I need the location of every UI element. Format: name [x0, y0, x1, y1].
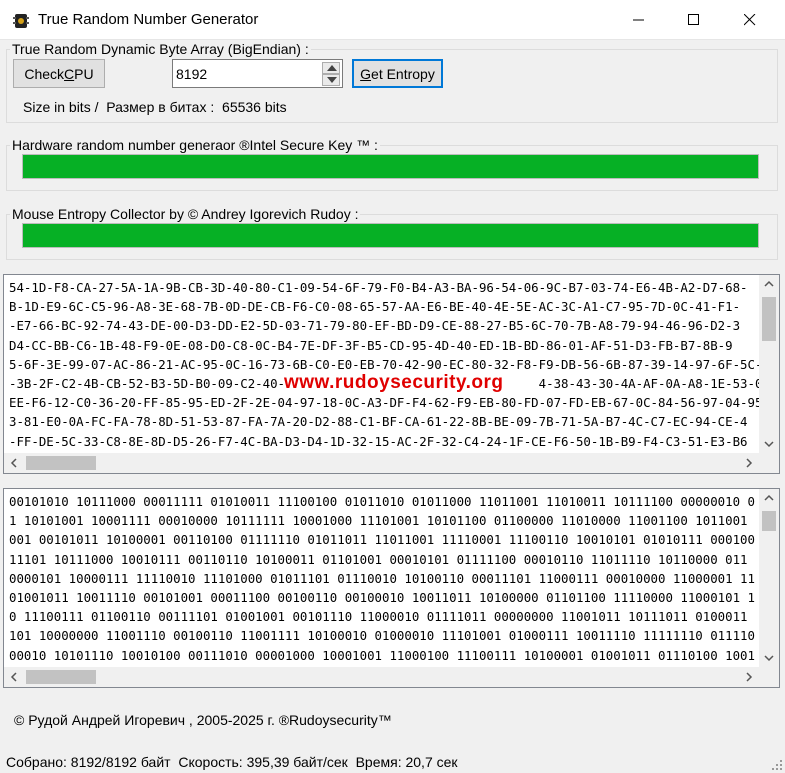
close-button[interactable]: [727, 0, 773, 40]
get-entropy-button[interactable]: Get Entropy: [352, 59, 443, 88]
binary-output-line: 0000101 10000111 11110010 11101000 01011…: [9, 570, 755, 586]
hex-vscroll-thumb[interactable]: [762, 297, 776, 341]
status-bar: Собрано: 8192/8192 байт Скорость: 395,39…: [0, 751, 785, 773]
maximize-button[interactable]: [671, 0, 717, 40]
hardware-group-label: Hardware random number generaor ®Intel S…: [10, 137, 380, 153]
scroll-up-icon: [764, 494, 774, 501]
arrow-down-icon: [327, 77, 337, 83]
byte-count-input[interactable]: [174, 61, 320, 86]
copyright-text: © Рудой Андрей Игоревич , 2005-2025 г. ®…: [14, 712, 392, 728]
mouse-progress-fill: [23, 224, 758, 247]
byte-array-group-label: True Random Dynamic Byte Array (BigEndia…: [10, 41, 311, 57]
binary-output-textbox[interactable]: 00101010 10111000 00011111 01010011 1110…: [3, 488, 780, 688]
window-title: True Random Number Generator: [38, 11, 259, 28]
check-cpu-button[interactable]: Check C PU: [13, 59, 105, 88]
scroll-down-icon: [764, 441, 774, 448]
status-text: Собрано: 8192/8192 байт Скорость: 395,39…: [6, 754, 458, 770]
minimize-icon: [633, 19, 644, 21]
hex-output-line: D4-CC-BB-C6-1B-48-F9-0E-08-D0-C8-0C-B4-7…: [9, 337, 733, 353]
scroll-left-icon: [10, 672, 17, 682]
byte-count-spinner[interactable]: [172, 59, 343, 88]
binary-output-line: 00101010 10111000 00011111 01010011 1110…: [9, 494, 755, 509]
scroll-right-icon: [746, 672, 753, 682]
hex-output-line: -E7-66-BC-92-74-43-DE-00-D3-DD-E2-5D-03-…: [9, 318, 741, 334]
binary-output-line: 1 10101001 10001111 00010000 10111111 10…: [9, 513, 748, 529]
binary-output-line: 00010 10101110 10010100 00111010 0000100…: [9, 647, 755, 663]
close-icon: [744, 14, 756, 26]
title-bar: True Random Number Generator: [0, 0, 785, 40]
hex-output-line: 54-1D-F8-CA-27-5A-1A-9B-CB-3D-40-80-C1-0…: [9, 280, 748, 295]
hardware-progress-bar: [22, 154, 759, 179]
spin-down-button[interactable]: [322, 74, 340, 86]
hex-vertical-scrollbar[interactable]: [759, 275, 779, 453]
mouse-group-label: Mouse Entropy Collector by © Andrey Igor…: [10, 206, 361, 222]
binary-output-line: 01001011 10011110 00101001 00011100 0010…: [9, 590, 755, 606]
spin-up-button[interactable]: [322, 62, 340, 74]
binary-output-line: 11101 10111000 10010111 00110110 1010001…: [9, 551, 748, 567]
hex-output-line: 3-81-E0-0A-FC-FA-78-8D-51-53-87-FA-7A-20…: [9, 414, 748, 430]
minimize-button[interactable]: [616, 0, 662, 40]
website-watermark: www.rudoysecurity.org: [284, 372, 504, 393]
hex-output-text: 54-1D-F8-CA-27-5A-1A-9B-CB-3D-40-80-C1-0…: [9, 278, 759, 453]
hardware-progress-fill: [23, 155, 758, 178]
scroll-left-icon: [10, 458, 17, 468]
resize-grip-icon[interactable]: [771, 759, 783, 771]
binary-output-line: 0 11100111 01100110 00111101 01001001 00…: [9, 609, 748, 625]
binary-vscroll-thumb[interactable]: [762, 511, 776, 531]
hex-horizontal-scrollbar[interactable]: [4, 453, 779, 473]
hex-output-line: EE-F6-12-C0-36-20-FF-85-95-ED-2F-2E-04-9…: [9, 395, 759, 411]
arrow-up-icon: [327, 65, 337, 71]
binary-output-text: 00101010 10111000 00011111 01010011 1110…: [9, 492, 759, 667]
hex-output-line: -FF-DE-5C-33-C8-8E-8D-D5-26-F7-4C-BA-D3-…: [9, 433, 748, 449]
maximize-icon: [688, 14, 699, 25]
scroll-right-icon: [746, 458, 753, 468]
mouse-progress-bar: [22, 223, 759, 248]
hex-hscroll-thumb[interactable]: [26, 456, 96, 470]
app-icon: [13, 14, 29, 28]
size-info-text: Size in bits / Размер в битах : 65536 bi…: [23, 99, 287, 115]
scroll-down-icon: [764, 655, 774, 662]
binary-output-line: 101 10000000 11001110 00100110 11001111 …: [9, 628, 755, 644]
binary-hscroll-thumb[interactable]: [26, 670, 96, 684]
binary-output-line: 001 00101011 10100001 00110100 01111110 …: [9, 532, 755, 548]
binary-horizontal-scrollbar[interactable]: [4, 667, 779, 687]
scroll-up-icon: [764, 280, 774, 287]
binary-vertical-scrollbar[interactable]: [759, 489, 779, 667]
hex-output-line: B-1D-E9-6C-C5-96-A8-3E-68-7B-0D-DE-CB-F6…: [9, 299, 741, 315]
